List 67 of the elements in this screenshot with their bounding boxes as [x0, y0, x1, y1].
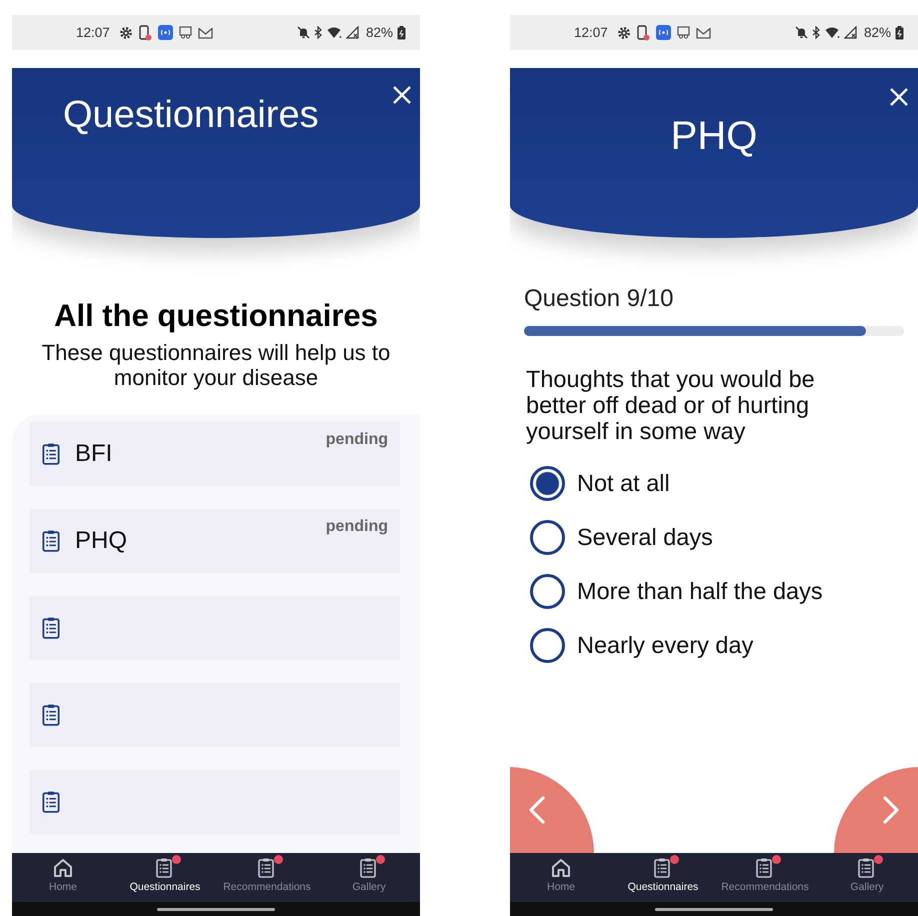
status-time: 12:07 — [76, 25, 110, 40]
bell-off-icon — [794, 26, 808, 39]
phone-icon — [636, 24, 650, 40]
question-counter: Question 9/10 — [524, 285, 674, 313]
section-heading: All the questionnaires — [53, 298, 379, 334]
radio-button[interactable] — [530, 466, 565, 501]
clipboard-icon — [40, 529, 62, 553]
gesture-handle[interactable] — [655, 908, 773, 910]
page-title: Questionnaires — [63, 94, 319, 137]
battery-level: 82% — [864, 25, 891, 40]
close-button[interactable] — [392, 85, 412, 105]
home-icon — [550, 857, 572, 879]
bluetooth-icon — [314, 26, 323, 39]
nav-tab[interactable]: Home — [510, 853, 612, 902]
broadcast-icon — [158, 25, 173, 40]
close-icon — [889, 87, 909, 107]
clipboard-icon — [40, 703, 62, 727]
chevron-right-icon — [882, 796, 900, 824]
radio-button[interactable] — [530, 574, 565, 609]
settings-icon — [118, 26, 133, 40]
radio-button[interactable] — [530, 628, 565, 663]
screen-icon — [676, 26, 690, 39]
screen-icon — [178, 26, 192, 39]
nav-tab[interactable]: Recommendations — [216, 853, 318, 902]
questionnaire-name: PHQ — [75, 527, 128, 555]
nav-tab[interactable]: Questionnaires — [114, 853, 216, 902]
questionnaire-name: BFI — [75, 440, 112, 468]
mail-icon — [198, 26, 213, 38]
broadcast-icon — [656, 25, 671, 40]
status-label: pending — [326, 431, 388, 449]
close-icon — [392, 85, 412, 105]
questionnaire-card[interactable]: PHQ pending — [30, 509, 400, 573]
page-title: PHQ — [670, 114, 758, 159]
wifi-icon — [326, 26, 342, 38]
clipboard-icon — [40, 790, 62, 814]
nav-tab[interactable]: Home — [12, 853, 114, 902]
radio-button[interactable] — [530, 520, 565, 555]
gesture-handle[interactable] — [157, 908, 275, 910]
chevron-left-icon — [528, 796, 546, 824]
battery-icon — [397, 26, 406, 40]
status-time: 12:07 — [574, 25, 608, 40]
signal-icon — [844, 26, 858, 39]
section-subtitle: These questionnaires will help us to monitor your disease — [40, 340, 392, 390]
option-label[interactable]: Several days — [577, 524, 713, 551]
nav-tab[interactable]: Gallery — [816, 853, 918, 902]
wifi-icon — [824, 26, 840, 38]
question-text: Thoughts that you would be better off dead or of hurting yourself in some way — [526, 366, 816, 444]
option-label[interactable]: Not at all — [577, 470, 670, 497]
battery-icon — [895, 26, 904, 40]
option-label[interactable]: Nearly every day — [577, 632, 754, 659]
settings-icon — [616, 26, 631, 40]
mail-icon — [696, 26, 711, 38]
questionnaire-card[interactable]: BFI pending — [30, 422, 400, 486]
signal-icon — [346, 26, 360, 39]
nav-tab[interactable]: Gallery — [318, 853, 420, 902]
nav-tab[interactable]: Recommendations — [714, 853, 816, 902]
nav-tab[interactable]: Questionnaires — [612, 853, 714, 902]
bell-off-icon — [296, 26, 310, 39]
clipboard-icon — [40, 616, 62, 640]
option-label[interactable]: More than half the days — [577, 578, 823, 605]
home-icon — [52, 857, 74, 879]
clipboard-icon — [40, 442, 62, 466]
battery-level: 82% — [366, 25, 393, 40]
status-label: pending — [326, 518, 388, 536]
close-button[interactable] — [889, 87, 909, 107]
bluetooth-icon — [812, 26, 821, 39]
phone-icon — [138, 24, 152, 40]
